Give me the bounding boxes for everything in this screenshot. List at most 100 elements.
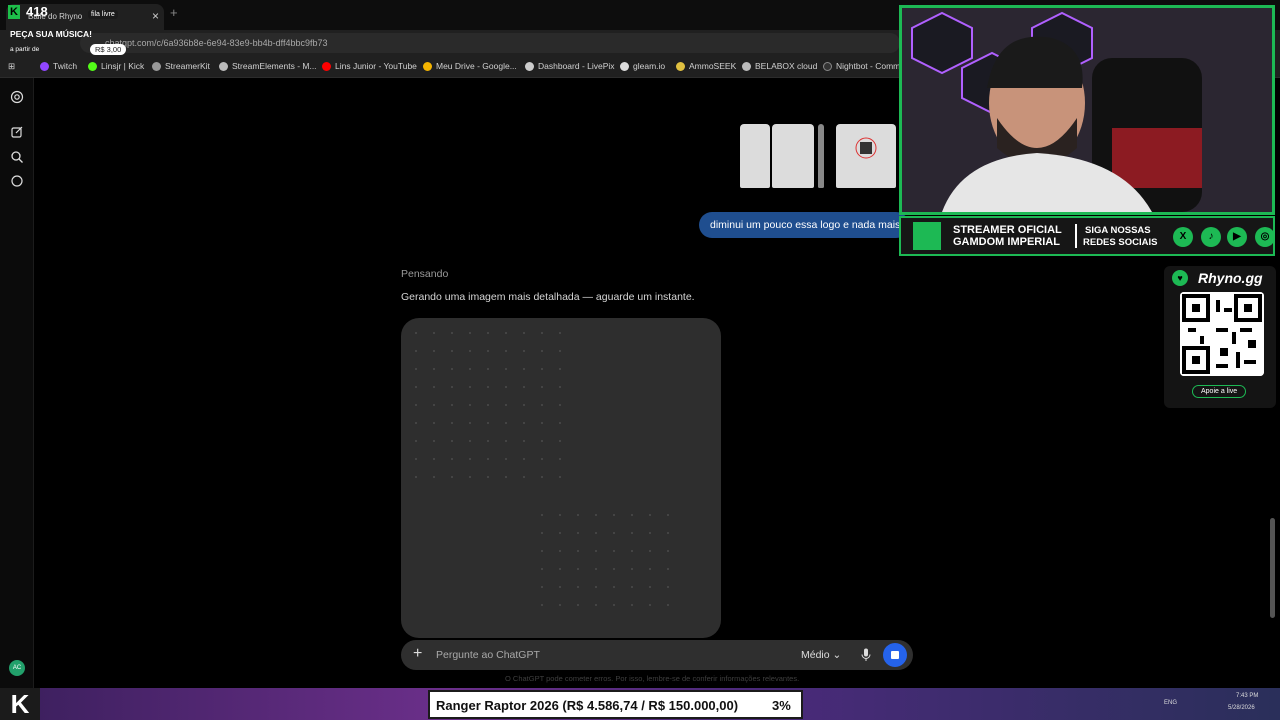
search-icon[interactable] xyxy=(10,150,24,164)
goal-percent: 3% xyxy=(772,698,791,713)
chatgpt-logo-icon[interactable] xyxy=(10,90,24,104)
placeholder-dot xyxy=(541,476,543,478)
webcam-image xyxy=(902,8,1272,212)
placeholder-dot xyxy=(649,586,651,588)
placeholder-dot xyxy=(631,532,633,534)
new-chat-icon[interactable] xyxy=(10,125,24,139)
placeholder-dot xyxy=(433,440,435,442)
logo-print-icon xyxy=(855,137,877,159)
placeholder-dot xyxy=(469,440,471,442)
model-selector[interactable]: Médio ⌄ xyxy=(801,649,841,661)
instagram-icon: ◎ xyxy=(1255,227,1275,247)
placeholder-dot xyxy=(649,550,651,552)
banner-follow-2: REDES SOCIAIS xyxy=(1083,237,1158,248)
gamdom-logo-icon xyxy=(913,222,941,250)
placeholder-dot xyxy=(613,604,615,606)
placeholder-dot xyxy=(595,514,597,516)
tray-language[interactable]: ENG xyxy=(1164,700,1177,706)
placeholder-dot xyxy=(433,350,435,352)
qr-code-icon xyxy=(1180,292,1264,376)
viewer-count: 418 xyxy=(26,4,48,19)
tray-time[interactable]: 7:43 PM xyxy=(1236,693,1258,699)
bookmark-nightbot[interactable]: Nightbot - Comm xyxy=(823,61,900,71)
model-label: Médio xyxy=(801,649,830,661)
gleam-icon xyxy=(620,61,629,71)
bookmark-gleam[interactable]: gleam.io xyxy=(620,61,665,71)
omnibox[interactable]: chatgpt.com/c/6a936b8e-6e94-83e9-bb4b-df… xyxy=(80,33,900,53)
globe-icon xyxy=(742,61,751,71)
chat-bubble-icon[interactable] xyxy=(10,174,24,188)
placeholder-dot xyxy=(451,476,453,478)
placeholder-dot xyxy=(415,332,417,334)
placeholder-dot xyxy=(559,532,561,534)
overlay-title: PEÇA SUA MÚSICA! xyxy=(10,29,93,39)
support-cta: Apoie a live xyxy=(1192,385,1247,398)
shirt-image xyxy=(740,124,770,188)
bookmark-twitch[interactable]: Twitch xyxy=(40,61,77,71)
music-request-overlay: K 418 fila livre PEÇA SUA MÚSICA! a part… xyxy=(0,0,160,58)
placeholder-dot xyxy=(505,458,507,460)
placeholder-dot xyxy=(487,350,489,352)
bookmark-label: BELABOX cloud xyxy=(755,61,818,71)
placeholder-dot xyxy=(577,586,579,588)
placeholder-dot xyxy=(433,404,435,406)
prompt-input[interactable]: Pergunte ao ChatGPT xyxy=(436,649,540,661)
placeholder-dot xyxy=(451,386,453,388)
bookmark-label: StreamerKit xyxy=(165,61,210,71)
bookmark-streamerkit[interactable]: StreamerKit xyxy=(152,61,210,71)
placeholder-dot xyxy=(541,514,543,516)
bookmark-ammoseek[interactable]: AmmoSEEK xyxy=(676,61,736,71)
attached-shirt-images[interactable] xyxy=(738,124,900,204)
thinking-label[interactable]: Pensando xyxy=(401,268,448,280)
shirt-image xyxy=(818,124,824,188)
bookmark-belabox[interactable]: BELABOX cloud xyxy=(742,61,817,71)
placeholder-dot xyxy=(523,386,525,388)
goal-text: Ranger Raptor 2026 (R$ 4.586,74 / R$ 150… xyxy=(436,698,739,713)
bookmark-kick[interactable]: Linsjr | Kick xyxy=(88,61,144,71)
bookmark-streamelements[interactable]: StreamElements - M... xyxy=(219,61,317,71)
bookmark-youtube[interactable]: Lins Junior - YouTube xyxy=(322,61,417,71)
placeholder-dot xyxy=(541,550,543,552)
placeholder-dot xyxy=(541,350,543,352)
shirt-image xyxy=(772,124,814,188)
microphone-icon[interactable] xyxy=(861,648,871,662)
placeholder-dot xyxy=(487,332,489,334)
placeholder-dot xyxy=(505,386,507,388)
add-attachment-icon[interactable]: + xyxy=(413,645,422,663)
page-scrollbar[interactable] xyxy=(1270,518,1275,618)
placeholder-dot xyxy=(541,532,543,534)
bookmark-label: Twitch xyxy=(53,61,78,71)
placeholder-dot xyxy=(415,350,417,352)
bookmark-label: Meu Drive - Google... xyxy=(436,61,517,71)
placeholder-dot xyxy=(433,332,435,334)
placeholder-dot xyxy=(559,458,561,460)
placeholder-dot xyxy=(613,550,615,552)
globe-icon xyxy=(152,61,161,71)
placeholder-dot xyxy=(541,458,543,460)
placeholder-dot xyxy=(523,458,525,460)
banner-line-1: STREAMER OFICIAL xyxy=(953,224,1062,236)
placeholder-dot xyxy=(541,404,543,406)
placeholder-dot xyxy=(433,422,435,424)
placeholder-dot xyxy=(541,440,543,442)
bookmark-drive[interactable]: Meu Drive - Google... xyxy=(423,61,517,71)
placeholder-dot xyxy=(577,514,579,516)
tray-date[interactable]: 5/28/2026 xyxy=(1228,705,1255,711)
bookmark-label: AmmoSEEK xyxy=(689,61,737,71)
new-tab-icon[interactable]: + xyxy=(170,5,178,20)
placeholder-dot xyxy=(595,550,597,552)
placeholder-dot xyxy=(649,604,651,606)
avatar[interactable]: AC xyxy=(9,660,25,676)
apps-icon[interactable]: ⊞ xyxy=(8,61,15,72)
disclaimer-text: O ChatGPT pode cometer erros. Por isso, … xyxy=(505,674,800,683)
placeholder-dot xyxy=(631,568,633,570)
placeholder-dot xyxy=(469,368,471,370)
placeholder-dot xyxy=(649,514,651,516)
stop-generating-button[interactable] xyxy=(883,643,907,667)
bookmark-livepix[interactable]: Dashboard - LivePix xyxy=(525,61,615,71)
composer[interactable]: + Pergunte ao ChatGPT Médio ⌄ xyxy=(401,640,913,670)
donation-qr-card: ♥ Rhyno.gg Apoie a live xyxy=(1164,266,1276,408)
chevron-down-icon: ⌄ xyxy=(832,649,842,661)
placeholder-dot xyxy=(631,604,633,606)
placeholder-dot xyxy=(415,386,417,388)
